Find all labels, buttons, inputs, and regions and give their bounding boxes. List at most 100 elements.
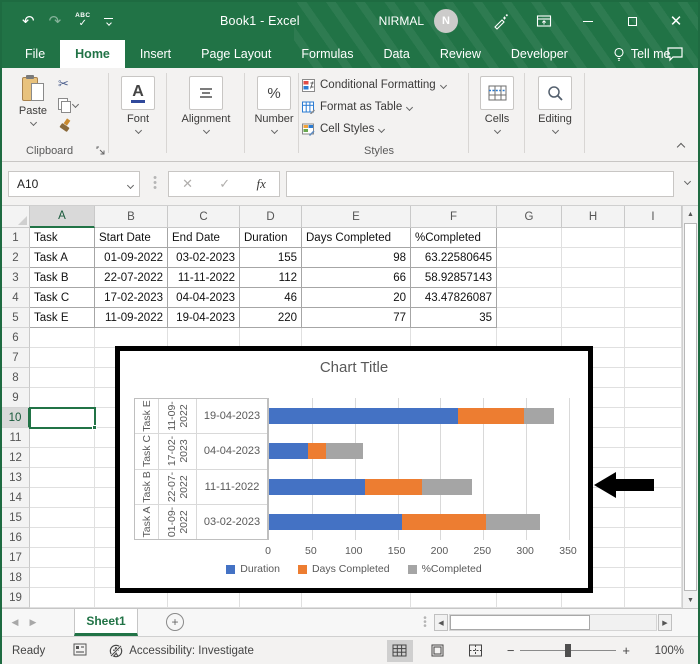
cell-A3[interactable]: Task B	[30, 268, 95, 288]
undo-icon[interactable]: ↶	[22, 14, 35, 29]
alignment-dropdown-icon[interactable]	[202, 126, 210, 135]
draw-sparkle-icon[interactable]	[478, 2, 522, 40]
col-header-F[interactable]: F	[411, 206, 497, 228]
cell-E4[interactable]: 20	[302, 288, 411, 308]
cell-B2[interactable]: 01-09-2022	[95, 248, 168, 268]
cell-C5[interactable]: 19-04-2023	[168, 308, 240, 328]
zoom-in-icon[interactable]: +	[616, 643, 636, 658]
row-header-4[interactable]: 4	[2, 288, 30, 308]
comments-icon[interactable]	[666, 40, 684, 68]
cell-A8[interactable]	[30, 368, 95, 388]
row-header-9[interactable]: 9	[2, 388, 30, 408]
spelling-icon[interactable]: ABC ✓	[75, 13, 90, 29]
bar-segment-days-completed[interactable]	[457, 407, 524, 424]
cell-I8[interactable]	[625, 368, 682, 388]
cell-A7[interactable]	[30, 348, 95, 368]
cell-A17[interactable]	[30, 548, 95, 568]
font-dropdown-icon[interactable]	[134, 126, 142, 135]
cell-G5[interactable]	[497, 308, 562, 328]
font-group[interactable]: A Font	[112, 76, 164, 135]
cell-I7[interactable]	[625, 348, 682, 368]
cell-A12[interactable]	[30, 448, 95, 468]
scroll-right-icon[interactable]: ▶	[658, 614, 672, 631]
select-all-corner[interactable]	[2, 206, 30, 228]
expand-formula-bar-icon[interactable]	[683, 177, 692, 186]
zoom-level[interactable]: 100%	[642, 645, 684, 657]
cell-F3[interactable]: 58.92857143	[411, 268, 497, 288]
cell-D3[interactable]: 112	[240, 268, 302, 288]
cell-I17[interactable]	[625, 548, 682, 568]
cell-I11[interactable]	[625, 428, 682, 448]
insert-function-icon[interactable]: fx	[256, 176, 265, 192]
row-header-14[interactable]: 14	[2, 488, 30, 508]
collapse-ribbon-icon[interactable]	[676, 141, 686, 153]
selected-cell-A10[interactable]	[29, 407, 97, 430]
cell-B1[interactable]: Start Date	[95, 228, 168, 248]
scroll-down-icon[interactable]: ▼	[683, 592, 698, 608]
cell-I16[interactable]	[625, 528, 682, 548]
tab-review[interactable]: Review	[425, 40, 496, 68]
cell-A1[interactable]: Task	[30, 228, 95, 248]
cancel-entry-icon[interactable]: ✕	[182, 176, 193, 192]
number-group[interactable]: % Number	[248, 76, 300, 135]
bar-segment-%completed[interactable]	[325, 443, 363, 460]
vertical-scroll-thumb[interactable]	[684, 223, 697, 591]
cell-D4[interactable]: 46	[240, 288, 302, 308]
col-header-C[interactable]: C	[168, 206, 240, 228]
cell-A16[interactable]	[30, 528, 95, 548]
col-header-G[interactable]: G	[497, 206, 562, 228]
zoom-slider[interactable]	[520, 644, 617, 657]
legend-item-%completed[interactable]: %Completed	[407, 563, 482, 575]
cell-C3[interactable]: 11-11-2022	[168, 268, 240, 288]
cell-B6[interactable]	[95, 328, 168, 348]
horizontal-scroll-thumb[interactable]	[450, 615, 590, 630]
cell-F1[interactable]: %Completed	[411, 228, 497, 248]
cell-G2[interactable]	[497, 248, 562, 268]
bar-segment-%completed[interactable]	[485, 514, 541, 531]
cell-A2[interactable]: Task A	[30, 248, 95, 268]
cell-B3[interactable]: 22-07-2022	[95, 268, 168, 288]
cell-styles-button[interactable]: Cell Styles	[302, 118, 446, 140]
cell-I5[interactable]	[625, 308, 682, 328]
cell-D1[interactable]: Duration	[240, 228, 302, 248]
row-header-2[interactable]: 2	[2, 248, 30, 268]
number-dropdown-icon[interactable]	[270, 126, 278, 135]
row-header-3[interactable]: 3	[2, 268, 30, 288]
cell-F2[interactable]: 63.22580645	[411, 248, 497, 268]
tab-formulas[interactable]: Formulas	[286, 40, 368, 68]
tab-data[interactable]: Data	[368, 40, 424, 68]
bar-segment-duration[interactable]	[269, 478, 365, 495]
format-painter-button[interactable]	[58, 118, 78, 133]
cell-I15[interactable]	[625, 508, 682, 528]
row-header-6[interactable]: 6	[2, 328, 30, 348]
cell-G6[interactable]	[497, 328, 562, 348]
cell-I4[interactable]	[625, 288, 682, 308]
close-button[interactable]: ✕	[654, 2, 698, 40]
cell-H1[interactable]	[562, 228, 625, 248]
fill-handle[interactable]	[92, 425, 97, 430]
cell-C6[interactable]	[168, 328, 240, 348]
cell-A5[interactable]: Task E	[30, 308, 95, 328]
bar-segment-duration[interactable]	[269, 443, 309, 460]
cell-A19[interactable]	[30, 588, 95, 608]
cell-F4[interactable]: 43.47826087	[411, 288, 497, 308]
cell-H2[interactable]	[562, 248, 625, 268]
paste-button[interactable]: Paste	[14, 75, 52, 127]
macro-record-icon[interactable]	[73, 643, 87, 659]
cell-I6[interactable]	[625, 328, 682, 348]
tab-developer[interactable]: Developer	[496, 40, 583, 68]
avatar[interactable]: N	[434, 9, 458, 33]
name-box-dropdown-icon[interactable]	[126, 181, 135, 190]
cell-F5[interactable]: 35	[411, 308, 497, 328]
scroll-left-icon[interactable]: ◀	[434, 614, 448, 631]
cell-A6[interactable]	[30, 328, 95, 348]
copy-dropdown-icon[interactable]	[71, 100, 80, 109]
scroll-up-icon[interactable]: ▲	[683, 206, 698, 222]
conditional-formatting-button[interactable]: Conditional Formatting	[302, 74, 447, 96]
cell-C1[interactable]: End Date	[168, 228, 240, 248]
cell-I3[interactable]	[625, 268, 682, 288]
cell-H6[interactable]	[562, 328, 625, 348]
cell-E2[interactable]: 98	[302, 248, 411, 268]
bar-segment-%completed[interactable]	[421, 478, 473, 495]
user-name[interactable]: NIRMAL	[379, 14, 424, 28]
